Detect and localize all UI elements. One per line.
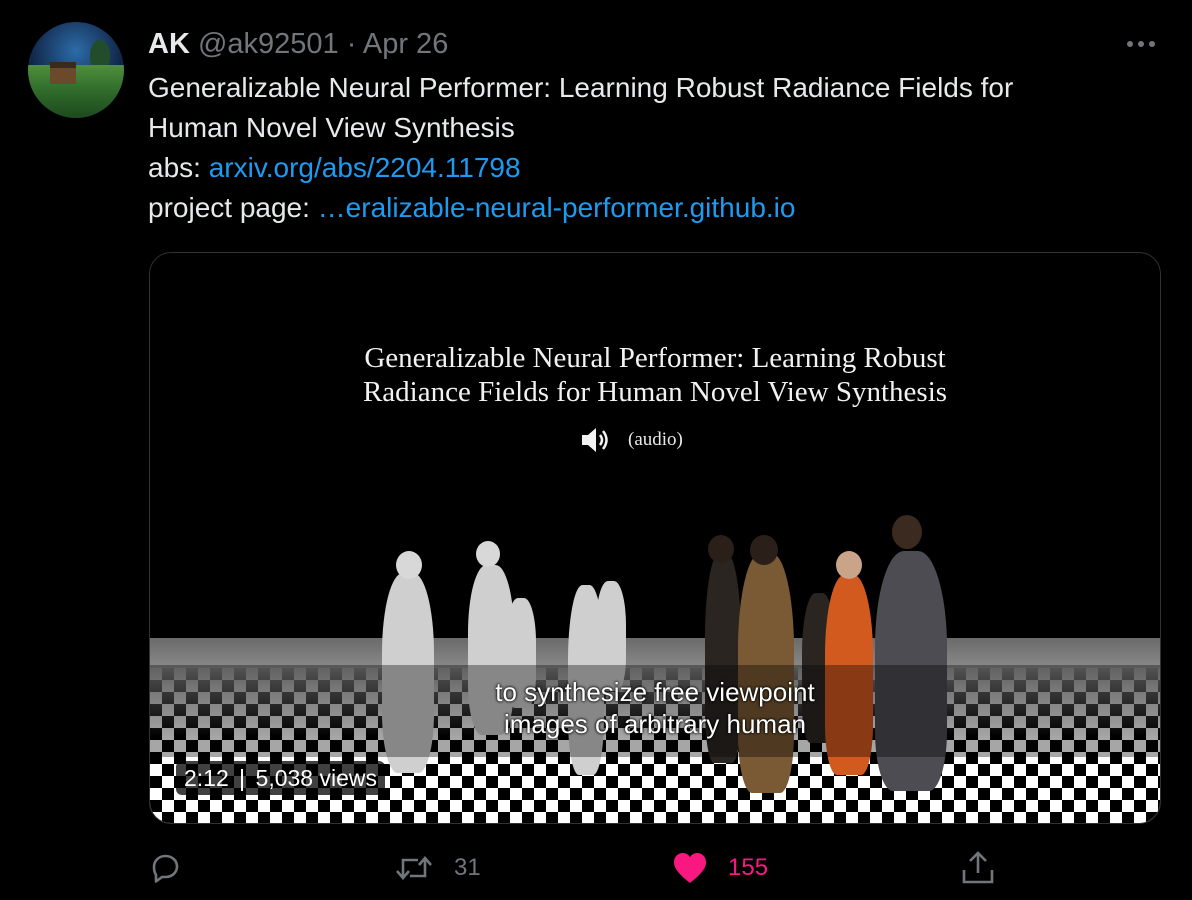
video-caption: to synthesize free viewpoint images of a…: [150, 676, 1160, 740]
scene-backdrop: [150, 638, 1160, 668]
heart-icon: [674, 853, 706, 883]
audio-row: (audio): [580, 425, 683, 455]
tweet-actions: 31 155: [148, 846, 1048, 890]
gray-figure-head: [476, 541, 500, 567]
like-count: 155: [728, 854, 769, 881]
video-meta: 2:12 5,038 views: [176, 761, 386, 795]
avatar-hill: [28, 65, 124, 118]
tweet: AK @ak92501 · Apr 26 Generalizable Neura…: [0, 0, 1192, 900]
share-icon: [962, 851, 994, 884]
person-figure-head: [708, 535, 734, 563]
video-caption-line-2: images of arbitrary human: [503, 709, 807, 739]
video-title-line-2: Radiance Fields for Human Novel View Syn…: [362, 376, 948, 408]
author-handle[interactable]: @ak92501: [198, 28, 339, 60]
project-row: project page: …eralizable-neural-perform…: [148, 188, 1148, 228]
abs-row: abs: arxiv.org/abs/2204.11798: [148, 148, 1148, 188]
video-duration: 2:12: [184, 765, 229, 791]
avatar-house: [50, 62, 76, 84]
video-player[interactable]: Generalizable Neural Performer: Learning…: [149, 252, 1161, 824]
retweet-icon: [396, 856, 432, 880]
tweet-text-line-1: Generalizable Neural Performer: Learning…: [148, 72, 1014, 103]
tweet-text: Generalizable Neural Performer: Learning…: [148, 68, 1148, 228]
person-figure-head: [836, 551, 862, 579]
video-views: 5,038 views: [255, 765, 378, 791]
video-caption-line-1: to synthesize free viewpoint: [495, 677, 815, 707]
header-separator: ·: [346, 28, 357, 60]
person-figure-head: [892, 515, 922, 549]
person-figure-head: [750, 535, 778, 565]
tweet-header: AK @ak92501 · Apr 26: [148, 26, 448, 62]
reply-button[interactable]: [148, 846, 202, 890]
gray-figure-head: [396, 551, 422, 579]
share-button[interactable]: [960, 846, 996, 890]
abs-link[interactable]: arxiv.org/abs/2204.11798: [209, 152, 521, 183]
abs-label: abs:: [148, 152, 201, 183]
video-title-line-1: Generalizable Neural Performer: Learning…: [364, 342, 946, 374]
author-name[interactable]: AK: [148, 28, 190, 60]
avatar[interactable]: [28, 22, 124, 118]
project-label: project page:: [148, 192, 310, 223]
more-options-icon[interactable]: [1124, 30, 1158, 58]
tweet-date[interactable]: Apr 26: [363, 28, 448, 60]
audio-label: (audio): [628, 429, 683, 450]
reply-icon: [152, 854, 179, 883]
video-title: Generalizable Neural Performer: Learning…: [150, 341, 1160, 409]
video-meta-divider: [241, 768, 244, 791]
project-link[interactable]: …eralizable-neural-performer.github.io: [318, 192, 796, 223]
like-button[interactable]: 155: [672, 846, 768, 890]
retweet-count: 31: [454, 854, 481, 881]
speaker-icon: [582, 428, 608, 452]
tweet-text-line-2: Human Novel View Synthesis: [148, 112, 515, 143]
retweet-button[interactable]: 31: [394, 846, 481, 890]
